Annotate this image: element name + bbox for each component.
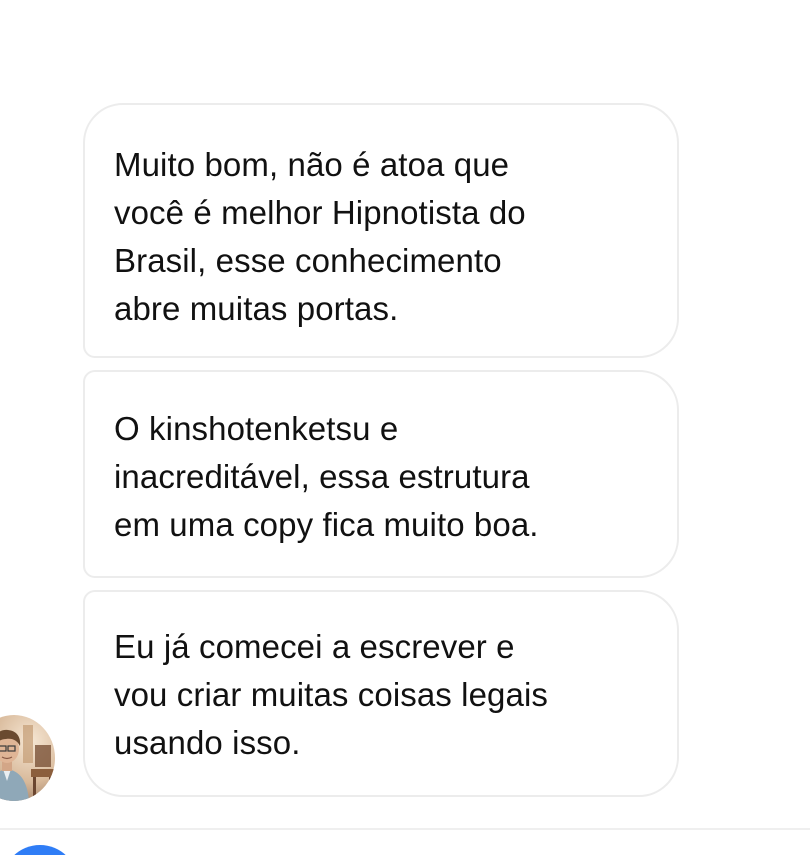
message-line: inacreditável, essa estrutura [114, 458, 530, 495]
message-line: Brasil, esse conhecimento [114, 242, 502, 279]
message-line: você é melhor Hipnotista do [114, 194, 526, 231]
message-bubble[interactable]: Eu já comecei a escrever e vou criar mui… [83, 590, 679, 797]
message-bubble[interactable]: Muito bom, não é atoa que você é melhor … [83, 103, 679, 358]
message-line: O kinshotenketsu e [114, 410, 399, 447]
message-line: Eu já comecei a escrever e [114, 628, 515, 665]
message-line: em uma copy fica muito boa. [114, 506, 539, 543]
chat-screen: Muito bom, não é atoa que você é melhor … [0, 0, 810, 855]
message-line: usando isso. [114, 724, 301, 761]
sender-avatar[interactable] [0, 715, 55, 801]
message-line: vou criar muitas coisas legais [114, 676, 548, 713]
message-line: abre muitas portas. [114, 290, 399, 327]
camera-button[interactable] [2, 845, 78, 855]
avatar-image [0, 715, 55, 801]
composer-divider [0, 828, 810, 830]
message-bubble[interactable]: O kinshotenketsu e inacreditável, essa e… [83, 370, 679, 578]
message-line: Muito bom, não é atoa que [114, 146, 510, 183]
